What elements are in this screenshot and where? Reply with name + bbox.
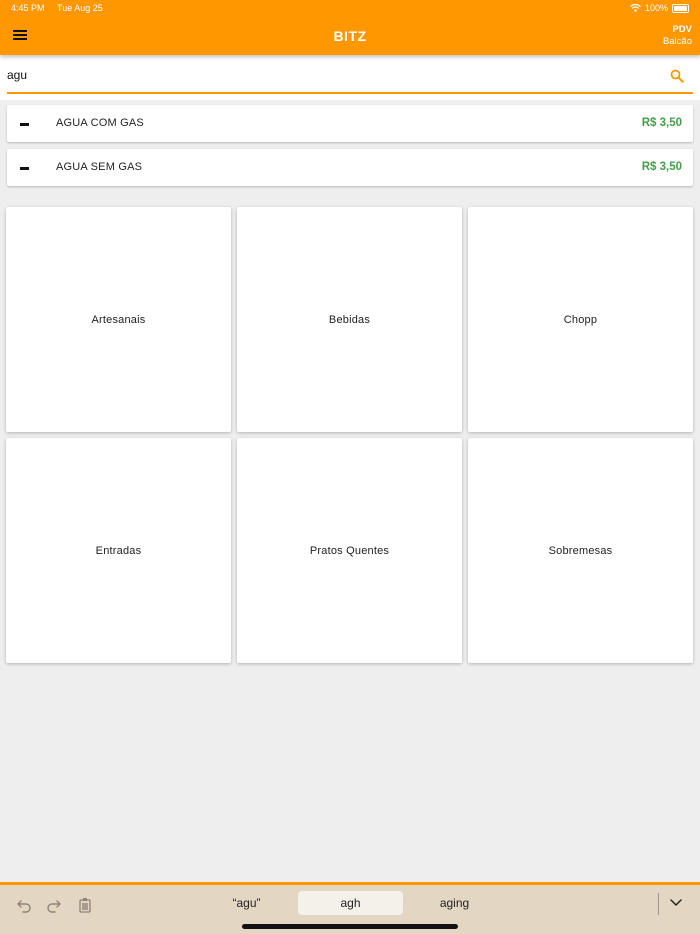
suggestion-item-active[interactable]: agh bbox=[298, 891, 403, 915]
redo-icon[interactable] bbox=[46, 897, 62, 913]
result-item-name: AGUA SEM GAS bbox=[56, 161, 143, 173]
category-label: Bebidas bbox=[328, 313, 371, 326]
search-results-list: AGUA COM GAS R$ 3,50 AGUA SEM GAS R$ 3,5… bbox=[7, 105, 693, 193]
minus-icon[interactable] bbox=[20, 123, 29, 126]
result-item[interactable]: AGUA COM GAS R$ 3,50 bbox=[7, 105, 693, 142]
wifi-icon bbox=[630, 4, 641, 12]
keyboard-divider bbox=[658, 893, 659, 915]
paste-icon[interactable] bbox=[77, 897, 93, 913]
result-item-name: AGUA COM GAS bbox=[56, 117, 144, 129]
category-card-pratos-quentes[interactable]: Pratos Quentes bbox=[237, 438, 462, 663]
status-date: Tue Aug 25 bbox=[57, 3, 103, 13]
category-label: Pratos Quentes bbox=[309, 544, 390, 557]
result-item-price: R$ 3,50 bbox=[641, 161, 682, 173]
undo-icon[interactable] bbox=[16, 897, 32, 913]
search-underline bbox=[7, 92, 693, 94]
pdv-label: PDV bbox=[672, 24, 692, 35]
category-card-sobremesas[interactable]: Sobremesas bbox=[468, 438, 693, 663]
result-item-price: R$ 3,50 bbox=[641, 117, 682, 129]
category-label: Entradas bbox=[95, 544, 142, 557]
category-label: Sobremesas bbox=[548, 544, 613, 557]
result-item[interactable]: AGUA SEM GAS R$ 3,50 bbox=[7, 149, 693, 186]
status-bar-left: 4:45 PM Tue Aug 25 bbox=[11, 3, 103, 13]
category-card-bebidas[interactable]: Bebidas bbox=[237, 207, 462, 432]
search-bar bbox=[0, 55, 700, 100]
home-indicator bbox=[242, 924, 458, 929]
suggestion-item[interactable]: aging bbox=[403, 891, 506, 915]
search-input[interactable] bbox=[7, 65, 647, 85]
category-grid: Artesanais Bebidas Chopp Entradas Pratos… bbox=[6, 207, 694, 663]
category-card-entradas[interactable]: Entradas bbox=[6, 438, 231, 663]
category-card-artesanais[interactable]: Artesanais bbox=[6, 207, 231, 432]
category-label: Chopp bbox=[563, 313, 598, 326]
pdv-mode-indicator[interactable]: PDV Balcão bbox=[663, 24, 692, 48]
minus-icon[interactable] bbox=[20, 167, 29, 170]
battery-icon bbox=[672, 3, 689, 13]
suggestion-item[interactable]: “agu” bbox=[195, 891, 298, 915]
app-title: BITZ bbox=[333, 28, 367, 44]
category-card-chopp[interactable]: Chopp bbox=[468, 207, 693, 432]
app-header: 4:45 PM Tue Aug 25 100% BITZ PDV Balcão bbox=[0, 0, 700, 55]
category-label: Artesanais bbox=[91, 313, 146, 326]
balcao-label: Balcão bbox=[662, 36, 692, 47]
status-bar-right: 100% bbox=[630, 3, 689, 13]
search-icon[interactable] bbox=[670, 69, 684, 83]
battery-percent: 100% bbox=[644, 3, 668, 13]
status-time: 4:45 PM bbox=[11, 3, 45, 13]
chevron-down-icon[interactable] bbox=[669, 897, 683, 909]
